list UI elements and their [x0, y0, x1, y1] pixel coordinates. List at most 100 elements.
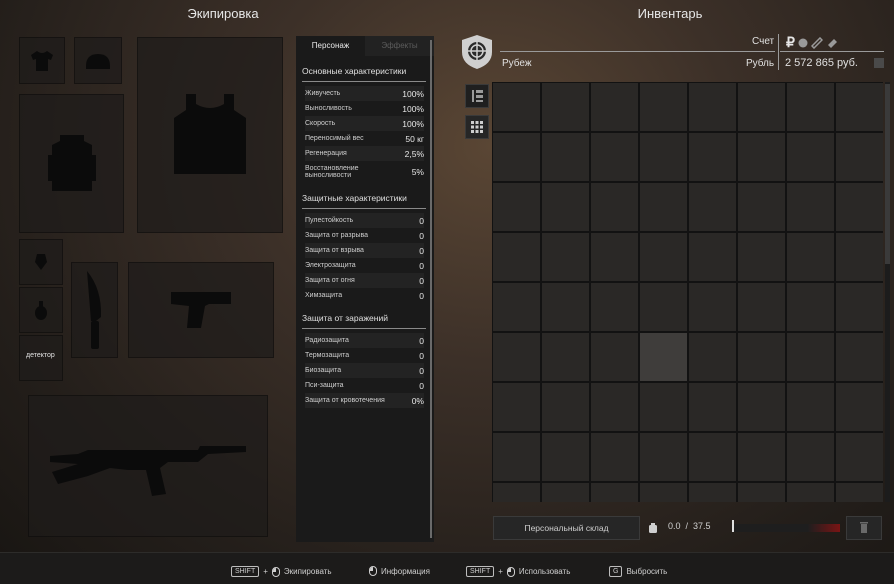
inventory-cell[interactable]	[640, 383, 687, 431]
inventory-cell[interactable]	[689, 483, 736, 502]
inventory-cell[interactable]	[640, 133, 687, 181]
inventory-cell[interactable]	[689, 83, 736, 131]
inventory-cell[interactable]	[542, 233, 589, 281]
inventory-cell[interactable]	[591, 133, 638, 181]
inventory-cell[interactable]	[640, 433, 687, 481]
slot-shirt[interactable]	[19, 37, 65, 84]
inventory-cell[interactable]	[836, 283, 883, 331]
inventory-cell[interactable]	[689, 283, 736, 331]
mouse-icon	[369, 566, 377, 576]
slot-artifact-2[interactable]	[19, 287, 63, 333]
stat-label: Живучесть	[305, 90, 341, 97]
slot-artifact-1[interactable]	[19, 239, 63, 285]
inventory-cell[interactable]	[591, 283, 638, 331]
inventory-cell[interactable]	[787, 233, 834, 281]
stats-scrollbar[interactable]	[430, 40, 432, 538]
weight-readout: 0.0 / 37.5	[668, 521, 711, 531]
inventory-cell[interactable]	[640, 83, 687, 131]
slot-armor[interactable]	[137, 37, 283, 233]
inventory-cell[interactable]	[591, 483, 638, 502]
plus-sign: +	[498, 567, 503, 576]
inventory-cell[interactable]	[689, 433, 736, 481]
balance-add-button[interactable]	[874, 58, 884, 68]
inventory-cell[interactable]	[738, 133, 785, 181]
inventory-cell[interactable]	[542, 383, 589, 431]
inventory-cell[interactable]	[738, 183, 785, 231]
storage-button[interactable]: Персональный склад	[493, 516, 640, 540]
inventory-cell[interactable]	[640, 183, 687, 231]
trash-button[interactable]	[846, 516, 882, 540]
inventory-cell[interactable]	[591, 333, 638, 381]
inventory-cell[interactable]	[689, 383, 736, 431]
inventory-cell[interactable]	[591, 233, 638, 281]
stat-row: Электрозащита 0	[305, 258, 424, 273]
inventory-cell[interactable]	[787, 483, 834, 502]
inventory-cell[interactable]	[738, 83, 785, 131]
inventory-cell[interactable]	[493, 133, 540, 181]
inventory-cell[interactable]	[787, 433, 834, 481]
inventory-cell[interactable]	[640, 333, 687, 381]
inventory-cell[interactable]	[689, 183, 736, 231]
tab-effects[interactable]: Эффекты	[365, 36, 434, 56]
inventory-cell[interactable]	[542, 183, 589, 231]
slot-backpack[interactable]	[19, 94, 124, 233]
inventory-cell[interactable]	[738, 333, 785, 381]
inventory-cell[interactable]	[640, 233, 687, 281]
stat-row: Живучесть 100%	[305, 86, 424, 101]
inventory-cell[interactable]	[591, 183, 638, 231]
inventory-cell[interactable]	[640, 283, 687, 331]
inventory-cell[interactable]	[836, 133, 883, 181]
inventory-cell[interactable]	[542, 333, 589, 381]
stat-row: Регенерация 2,5%	[305, 146, 424, 161]
tab-character[interactable]: Персонаж	[296, 36, 365, 56]
inventory-cell[interactable]	[787, 333, 834, 381]
inventory-cell[interactable]	[738, 283, 785, 331]
inventory-cell[interactable]	[836, 83, 883, 131]
inventory-cell[interactable]	[493, 433, 540, 481]
inventory-cell[interactable]	[836, 383, 883, 431]
inventory-grid[interactable]	[492, 82, 883, 502]
inventory-cell[interactable]	[542, 133, 589, 181]
inventory-cell[interactable]	[689, 233, 736, 281]
inventory-cell[interactable]	[591, 383, 638, 431]
inventory-cell[interactable]	[493, 233, 540, 281]
inventory-cell[interactable]	[493, 383, 540, 431]
inventory-cell[interactable]	[738, 483, 785, 502]
inventory-cell[interactable]	[640, 483, 687, 502]
inventory-cell[interactable]	[542, 483, 589, 502]
slot-primary-weapon[interactable]	[28, 395, 268, 537]
inventory-cell[interactable]	[689, 333, 736, 381]
inventory-cell[interactable]	[836, 333, 883, 381]
inventory-cell[interactable]	[542, 283, 589, 331]
inventory-cell[interactable]	[542, 433, 589, 481]
inventory-cell[interactable]	[738, 383, 785, 431]
inventory-cell[interactable]	[787, 133, 834, 181]
inventory-cell[interactable]	[836, 433, 883, 481]
inventory-cell[interactable]	[787, 83, 834, 131]
inventory-cell[interactable]	[493, 333, 540, 381]
inventory-cell[interactable]	[738, 433, 785, 481]
slot-pistol[interactable]	[128, 262, 274, 358]
inventory-cell[interactable]	[493, 283, 540, 331]
scrollbar-thumb[interactable]	[885, 84, 890, 264]
sort-list-button[interactable]	[465, 84, 489, 108]
inventory-cell[interactable]	[836, 183, 883, 231]
inventory-cell[interactable]	[787, 183, 834, 231]
inventory-cell[interactable]	[836, 233, 883, 281]
grid-view-button[interactable]	[465, 115, 489, 139]
inventory-cell[interactable]	[493, 483, 540, 502]
inventory-cell[interactable]	[738, 233, 785, 281]
inventory-cell[interactable]	[591, 83, 638, 131]
inventory-scrollbar[interactable]	[885, 82, 890, 502]
slot-detector[interactable]: детектор	[19, 335, 63, 381]
inventory-cell[interactable]	[787, 383, 834, 431]
slot-knife[interactable]	[71, 262, 118, 358]
inventory-cell[interactable]	[542, 83, 589, 131]
inventory-cell[interactable]	[493, 83, 540, 131]
inventory-cell[interactable]	[493, 183, 540, 231]
inventory-cell[interactable]	[689, 133, 736, 181]
inventory-cell[interactable]	[787, 283, 834, 331]
slot-helmet[interactable]	[74, 37, 122, 84]
inventory-cell[interactable]	[836, 483, 883, 502]
inventory-cell[interactable]	[591, 433, 638, 481]
